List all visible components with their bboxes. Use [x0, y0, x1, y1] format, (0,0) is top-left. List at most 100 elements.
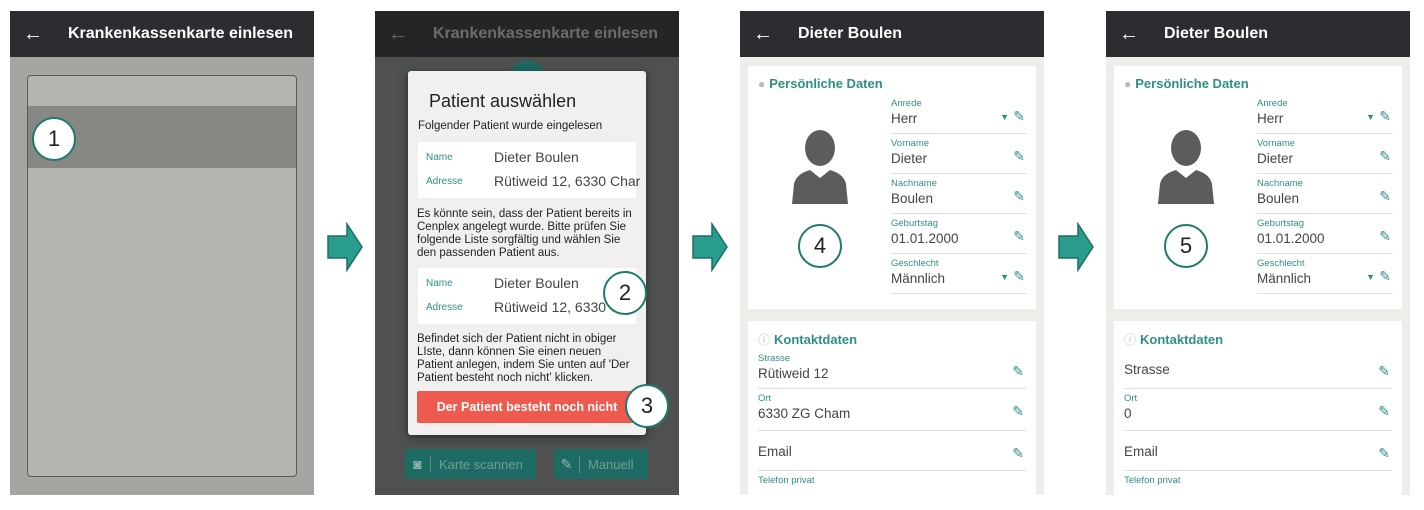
personal-data-heading: ● Persönliche Daten [758, 76, 883, 91]
back-arrow-icon[interactable]: ← [10, 23, 56, 46]
field-value: Männlich [891, 271, 946, 286]
city-field[interactable]: Ort 6330 ZG Cham ✎ [758, 389, 1026, 431]
phone-private-field[interactable]: Telefon privat [758, 471, 1026, 495]
field-value: 6330 ZG Cham [758, 406, 851, 421]
lastname-field[interactable]: Nachname Boulen ✎ [1257, 176, 1393, 214]
caret-down-icon[interactable]: ▼ [1366, 272, 1375, 282]
section-title: Kontaktdaten [774, 332, 858, 347]
field-label: Ort [1124, 393, 1138, 404]
pencil-icon[interactable]: ✎ [1378, 445, 1390, 462]
pencil-icon[interactable]: ✎ [1379, 108, 1391, 125]
pencil-icon[interactable]: ✎ [1379, 188, 1391, 205]
section-title: Kontaktdaten [1140, 332, 1224, 347]
caret-down-icon[interactable]: ▼ [1366, 112, 1375, 122]
screen-patient-details-new: ← Dieter Boulen ● Persönliche Daten Anre… [1106, 11, 1410, 495]
avatar [1158, 130, 1214, 204]
pencil-icon[interactable]: ✎ [1013, 188, 1025, 205]
field-label: Telefon privat [758, 475, 815, 486]
pencil-icon[interactable]: ✎ [1012, 403, 1024, 420]
manual-button[interactable]: ✎ Manuell [554, 449, 648, 479]
step-callout: 1 [32, 117, 76, 161]
pencil-icon[interactable]: ✎ [1013, 108, 1025, 125]
lastname-field[interactable]: Nachname Boulen ✎ [891, 176, 1027, 214]
section-title: Persönliche Daten [769, 76, 883, 91]
field-value: Männlich [1257, 271, 1312, 286]
app-bar: ← Dieter Boulen [1106, 11, 1410, 57]
birthday-field[interactable]: Geburtstag 01.01.2000 ✎ [1257, 216, 1393, 254]
caret-down-icon[interactable]: ▼ [1000, 112, 1009, 122]
pencil-icon[interactable]: ✎ [1013, 148, 1025, 165]
info-icon: ⓘ [758, 333, 771, 347]
address-label: Adresse [426, 176, 463, 187]
select-patient-dialog: Patient auswählen Folgender Patient wurd… [408, 71, 646, 435]
pencil-icon[interactable]: ✎ [1379, 268, 1391, 285]
step-arrow-icon [327, 222, 363, 272]
field-label: Nachname [891, 178, 937, 189]
field-value: 0 [1124, 406, 1132, 421]
app-bar: ← Krankenkassenkarte einlesen [375, 11, 679, 57]
pencil-icon[interactable]: ✎ [1379, 228, 1391, 245]
pencil-icon: ✎ [554, 455, 580, 473]
gender-field[interactable]: Geschlecht Männlich ▼ ✎ [891, 256, 1027, 294]
salutation-field[interactable]: Anrede Herr ▼ ✎ [891, 96, 1027, 134]
field-label: Geburtstag [891, 218, 938, 229]
app-bar-title: Dieter Boulen [798, 25, 903, 42]
pencil-icon[interactable]: ✎ [1012, 445, 1024, 462]
email-field[interactable]: Email ✎ [1124, 431, 1392, 471]
field-value: Boulen [891, 191, 934, 206]
screen-select-patient: ← Krankenkassenkarte einlesen Patient au… [375, 11, 679, 495]
person-icon: ● [1124, 76, 1132, 91]
contact-data-heading: ⓘ Kontaktdaten [1124, 331, 1223, 348]
pencil-icon[interactable]: ✎ [1378, 363, 1390, 380]
field-value: Strasse [1124, 362, 1170, 377]
email-field[interactable]: Email ✎ [758, 431, 1026, 471]
step-callout: 2 [603, 271, 647, 315]
field-label: Vorname [891, 138, 930, 149]
back-arrow-icon[interactable]: ← [375, 23, 421, 46]
birthday-field[interactable]: Geburtstag 01.01.2000 ✎ [891, 216, 1027, 254]
field-label: Geschlecht [1257, 258, 1305, 269]
firstname-field[interactable]: Vorname Dieter ✎ [891, 136, 1027, 174]
pencil-icon[interactable]: ✎ [1013, 228, 1025, 245]
app-bar-title: Krankenkassenkarte einlesen [433, 25, 659, 42]
field-value: Herr [891, 111, 918, 126]
pencil-icon[interactable]: ✎ [1378, 403, 1390, 420]
step-arrow-icon [692, 222, 728, 272]
pencil-icon[interactable]: ✎ [1379, 148, 1391, 165]
salutation-field[interactable]: Anrede Herr ▼ ✎ [1257, 96, 1393, 134]
street-field[interactable]: Strasse ✎ [1124, 349, 1392, 389]
person-icon: ● [758, 76, 766, 91]
phone-private-field[interactable]: Telefon privat [1124, 471, 1392, 495]
dialog-intro: Folgender Patient wurde eingelesen [418, 120, 603, 132]
gender-field[interactable]: Geschlecht Männlich ▼ ✎ [1257, 256, 1393, 294]
scan-card-button[interactable]: ◙ Karte scannen [405, 449, 536, 479]
field-label: Vorname [1257, 138, 1296, 149]
back-arrow-icon[interactable]: ← [1106, 23, 1152, 46]
street-field[interactable]: Strasse Rütiweid 12 ✎ [758, 349, 1026, 389]
scan-card-label: Karte scannen [439, 456, 523, 472]
city-field[interactable]: Ort 0 ✎ [1124, 389, 1392, 431]
back-arrow-icon[interactable]: ← [740, 23, 786, 46]
dialog-title: Patient auswählen [429, 91, 577, 111]
pencil-icon[interactable]: ✎ [1013, 268, 1025, 285]
name-label: Name [426, 278, 453, 289]
pencil-icon[interactable]: ✎ [1012, 363, 1024, 380]
field-value: Boulen [1257, 191, 1300, 206]
field-value: 01.01.2000 [891, 231, 959, 246]
new-patient-button[interactable]: Der Patient besteht noch nicht [417, 391, 637, 423]
avatar [792, 130, 848, 204]
caret-down-icon[interactable]: ▼ [1000, 272, 1009, 282]
firstname-field[interactable]: Vorname Dieter ✎ [1257, 136, 1393, 174]
address-value: Rütiweid 12, 6330 Char [494, 173, 641, 189]
section-title: Persönliche Daten [1135, 76, 1249, 91]
personal-data-heading: ● Persönliche Daten [1124, 76, 1249, 91]
screen-patient-details: ← Dieter Boulen ● Persönliche Daten Anre… [740, 11, 1044, 495]
app-bar: ← Dieter Boulen [740, 11, 1044, 57]
contact-data-heading: ⓘ Kontaktdaten [758, 331, 857, 348]
new-patient-hint: Befindet sich der Patient nicht in obige… [417, 333, 630, 384]
step-callout: 3 [625, 384, 669, 428]
personal-data-panel: ● Persönliche Daten Anrede Herr ▼ ✎ Vorn… [748, 66, 1036, 309]
contact-data-panel: ⓘ Kontaktdaten Strasse Rütiweid 12 ✎ Ort… [748, 321, 1036, 495]
field-value: Email [1124, 444, 1158, 459]
field-label: Nachname [1257, 178, 1303, 189]
